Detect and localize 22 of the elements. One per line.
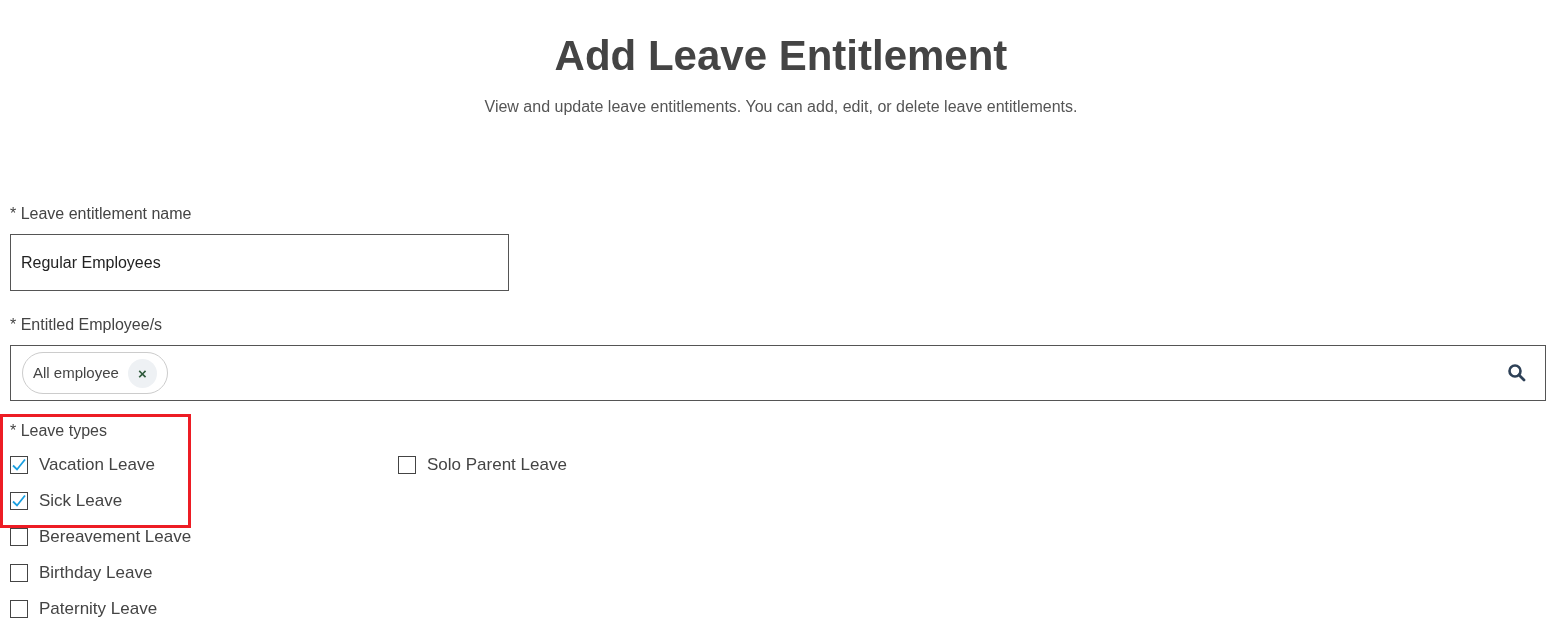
- page-subtitle: View and update leave entitlements. You can add, edit, or delete leave entitlements.: [484, 97, 1078, 117]
- checkbox-label: Solo Parent Leave: [427, 454, 567, 477]
- checkbox[interactable]: [10, 564, 28, 582]
- checkbox[interactable]: [10, 492, 28, 510]
- entitlement-name-field[interactable]: Regular Employees: [10, 234, 509, 291]
- checkbox-label: Sick Leave: [39, 490, 123, 513]
- employee-search-field[interactable]: All employee ×: [10, 345, 1546, 401]
- chip-remove-button[interactable]: ×: [127, 358, 157, 388]
- search-icon[interactable]: [1507, 363, 1527, 383]
- checkbox[interactable]: [398, 456, 416, 474]
- checkbox-label: Birthday Leave: [39, 562, 153, 585]
- field-label: * Entitled Employee/s: [10, 315, 164, 335]
- checkbox-label: Paternity Leave: [39, 598, 158, 621]
- chip-label: All employee: [33, 362, 119, 383]
- checkbox[interactable]: [10, 456, 28, 474]
- checkbox-label: Vacation Leave: [39, 454, 155, 477]
- checkbox[interactable]: [10, 528, 28, 546]
- field-label: * Leave entitlement name: [10, 204, 193, 224]
- checkbox[interactable]: [10, 600, 28, 618]
- field-label: * Leave types: [10, 421, 108, 441]
- page-title: Add Leave Entitlement: [554, 31, 1008, 81]
- checkbox-label: Bereavement Leave: [39, 526, 192, 549]
